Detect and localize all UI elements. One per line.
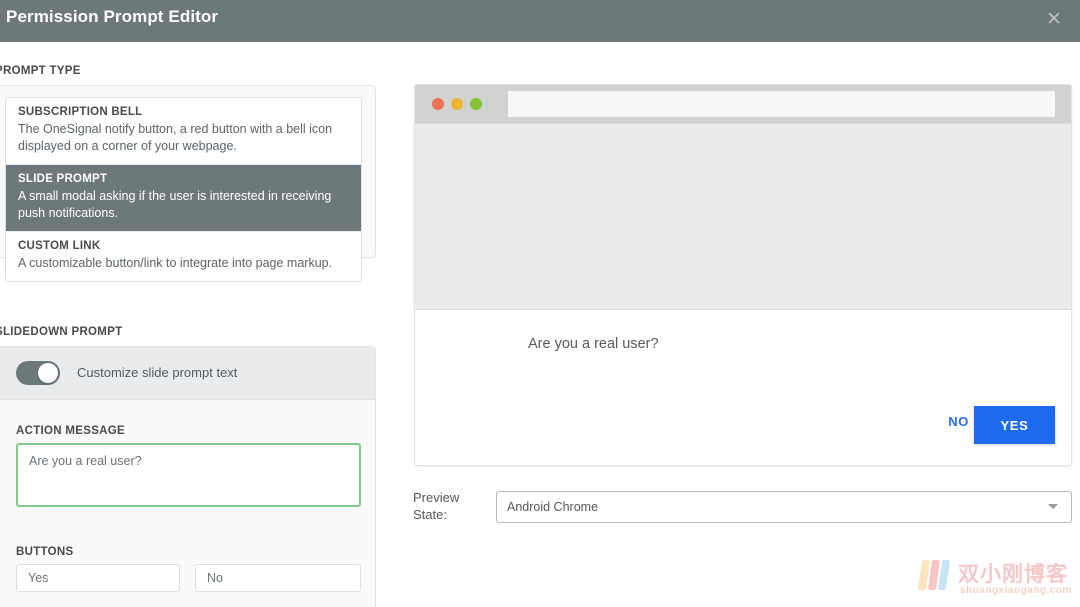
browser-url-bar[interactable] <box>508 91 1055 117</box>
customize-slide-prompt-text-toggle[interactable] <box>16 361 60 385</box>
browser-preview-window: Are you a real user? NO YES <box>414 84 1072 466</box>
toggle-label: Customize slide prompt text <box>77 365 238 380</box>
prompt-type-option-description: A small modal asking if the user is inte… <box>18 189 332 220</box>
customize-text-toggle-row: Customize slide prompt text <box>0 347 375 400</box>
prompt-type-card: SUBSCRIPTION BELL The OneSignal notify b… <box>0 85 376 282</box>
watermark-url: shuangxiaogang.com <box>960 585 1072 596</box>
accept-button-text-input[interactable] <box>16 564 180 592</box>
prompt-type-option-title: CUSTOM LINK <box>18 240 101 252</box>
prompt-type-option-description: The OneSignal notify button, a red butto… <box>18 122 333 153</box>
browser-maximize-dot-icon <box>470 98 482 110</box>
modal-header: Permission Prompt Editor ✕ <box>0 0 1080 42</box>
preview-state-label-line2: State: <box>413 507 447 522</box>
action-message-input[interactable] <box>16 443 361 507</box>
prompt-type-option-custom-link[interactable]: CUSTOM LINK A customizable button/link t… <box>6 232 361 281</box>
slide-prompt-dialog-preview: Are you a real user? NO YES <box>415 309 1071 465</box>
preview-state-label-line1: Preview <box>413 490 460 505</box>
preview-page-body <box>415 123 1071 309</box>
cancel-button-text-input[interactable] <box>195 564 361 592</box>
editor-settings-column: PROMPT TYPE SUBSCRIPTION BELL The OneSig… <box>0 42 400 607</box>
close-icon[interactable]: ✕ <box>1040 6 1068 34</box>
prompt-type-option-slide-prompt[interactable]: SLIDE PROMPT A small modal asking if the… <box>6 165 361 232</box>
prompt-type-option-description: A customizable button/link to integrate … <box>18 256 333 270</box>
action-message-label: ACTION MESSAGE <box>16 425 125 437</box>
dialog-cancel-button[interactable]: NO <box>948 414 969 429</box>
browser-close-dot-icon <box>432 98 444 110</box>
dialog-accept-button[interactable]: YES <box>974 406 1055 444</box>
preview-state-row: Preview State: Android Chrome <box>413 489 1072 529</box>
watermark-logo-bar <box>937 560 951 590</box>
watermark-logo-bar <box>927 560 941 590</box>
browser-minimize-dot-icon <box>451 98 463 110</box>
slidedown-prompt-card: Customize slide prompt text ACTION MESSA… <box>0 346 376 607</box>
prompt-type-section-label: PROMPT TYPE <box>0 65 81 77</box>
watermark-title: 双小刚博客 <box>958 563 1068 586</box>
prompt-type-option-title: SLIDE PROMPT <box>18 173 108 185</box>
prompt-type-option-subscription-bell[interactable]: SUBSCRIPTION BELL The OneSignal notify b… <box>6 98 361 165</box>
watermark: 双小刚博客 shuangxiaogang.com <box>917 558 1075 602</box>
browser-chrome-bar <box>415 85 1071 123</box>
prompt-type-list: SUBSCRIPTION BELL The OneSignal notify b… <box>5 97 362 282</box>
preview-state-select[interactable] <box>496 491 1072 523</box>
buttons-label: BUTTONS <box>16 546 74 558</box>
watermark-logo-icon <box>917 560 954 590</box>
preview-state-label: Preview State: <box>413 489 491 523</box>
dialog-message-text: Are you a real user? <box>528 336 659 352</box>
toggle-knob <box>38 363 58 383</box>
page-title: Permission Prompt Editor <box>6 7 219 26</box>
watermark-logo-bar <box>917 560 931 590</box>
permission-prompt-editor-modal: Permission Prompt Editor ✕ PROMPT TYPE S… <box>0 0 1080 607</box>
prompt-type-option-title: SUBSCRIPTION BELL <box>18 106 143 118</box>
slidedown-prompt-section-label: SLIDEDOWN PROMPT <box>0 326 123 338</box>
